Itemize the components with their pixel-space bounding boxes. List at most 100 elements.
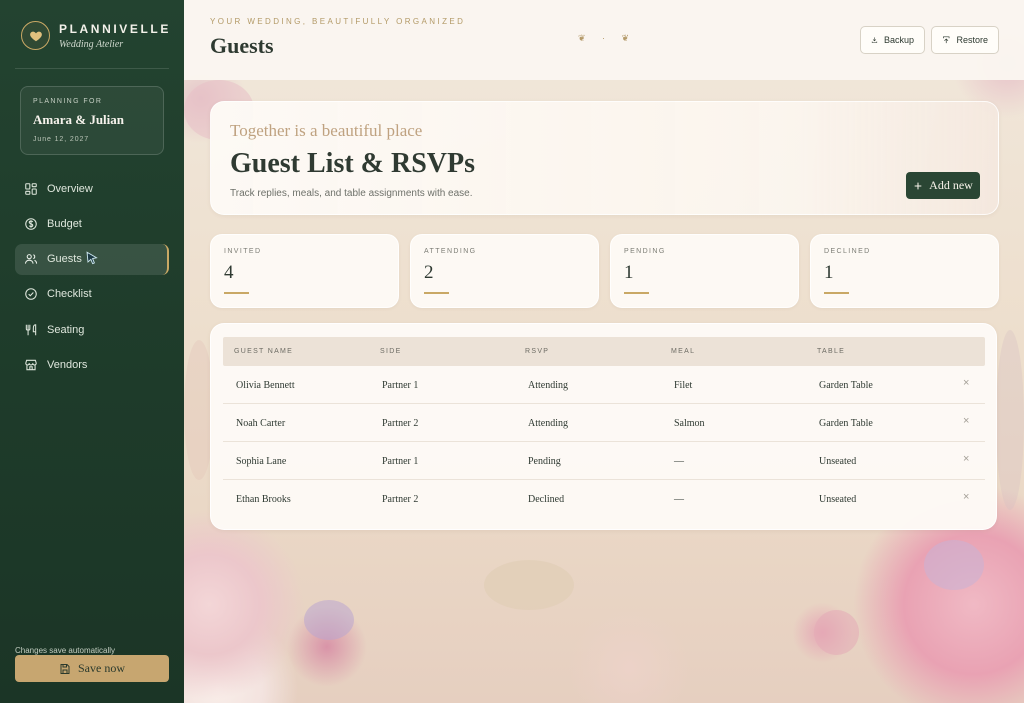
heart-icon — [21, 21, 50, 50]
side-cell: Partner 1 — [382, 456, 419, 467]
guest-name-cell: Ethan Brooks — [236, 494, 291, 505]
table-header: GUEST NAME SIDE RSVP MEAL TABLE — [223, 337, 985, 366]
delete-guest-icon[interactable]: × — [963, 377, 969, 389]
sidebar-item-label: Vendors — [47, 358, 88, 371]
brand-subtitle: Wedding Atelier — [59, 38, 124, 50]
hero-title: Guest List & RSVPs — [230, 148, 476, 179]
stat-accent-bar — [224, 292, 249, 294]
delete-guest-icon[interactable]: × — [963, 415, 969, 427]
guest-name-cell: Olivia Bennett — [236, 380, 295, 391]
plus-icon — [914, 182, 922, 189]
dollar-circle-icon — [25, 218, 37, 230]
planning-eyebrow: PLANNING FOR — [33, 98, 103, 105]
rsvp-cell[interactable]: Attending — [528, 418, 568, 429]
brand-name: PLANNIVELLE — [59, 21, 171, 36]
autosave-note: Changes save automatically — [15, 646, 116, 655]
sidebar-item-checklist[interactable]: Checklist — [15, 279, 169, 310]
delete-guest-icon[interactable]: × — [963, 491, 969, 503]
table-cell[interactable]: Garden Table — [819, 418, 873, 429]
stat-value: 1 — [824, 262, 834, 283]
sidebar-item-label: Overview — [47, 182, 93, 195]
meal-cell[interactable]: Salmon — [674, 418, 705, 429]
column-header-side[interactable]: SIDE — [380, 348, 402, 355]
restore-button[interactable]: Restore — [931, 26, 999, 54]
stat-accent-bar — [624, 292, 649, 294]
table-row[interactable]: Noah Carter Partner 2 Attending Salmon G… — [223, 404, 985, 442]
stat-label: PENDING — [624, 248, 666, 255]
stat-label: INVITED — [224, 248, 262, 255]
sidebar-item-label: Guests — [47, 253, 82, 266]
meal-cell[interactable]: Filet — [674, 380, 692, 391]
sidebar-item-seating[interactable]: Seating — [15, 314, 169, 345]
save-icon — [60, 663, 70, 674]
stat-value: 4 — [224, 262, 234, 283]
table-cell[interactable]: Garden Table — [819, 380, 873, 391]
meal-cell[interactable]: — — [674, 456, 684, 467]
rsvp-cell[interactable]: Declined — [528, 494, 564, 505]
users-icon — [24, 254, 38, 264]
guest-table-card: GUEST NAME SIDE RSVP MEAL TABLE Olivia B… — [210, 323, 997, 530]
sidebar-item-label: Budget — [47, 217, 82, 230]
save-now-button[interactable]: Save now — [15, 655, 169, 682]
stat-value: 2 — [424, 262, 434, 283]
save-now-label: Save now — [78, 661, 125, 675]
stat-card-pending: PENDING 1 — [610, 234, 799, 308]
sidebar-item-budget[interactable]: Budget — [15, 208, 169, 239]
table-row[interactable]: Ethan Brooks Partner 2 Declined — Unseat… — [223, 480, 985, 518]
rsvp-cell[interactable]: Pending — [528, 456, 561, 467]
header-eyebrow: YOUR WEDDING, BEAUTIFULLY ORGANIZED — [210, 17, 466, 26]
mouse-cursor-icon — [86, 250, 98, 264]
sidebar-item-vendors[interactable]: Vendors — [15, 349, 169, 380]
sidebar-nav: Overview Budget Guests Checklist Seating… — [15, 173, 169, 385]
stat-value: 1 — [624, 262, 634, 283]
sidebar-item-guests[interactable]: Guests — [15, 243, 169, 275]
stat-accent-bar — [424, 292, 449, 294]
rsvp-cell[interactable]: Attending — [528, 380, 568, 391]
sidebar: PLANNIVELLE Wedding Atelier PLANNING FOR… — [0, 0, 184, 703]
sidebar-item-label: Checklist — [47, 288, 92, 301]
grid-icon — [25, 182, 37, 195]
side-cell: Partner 2 — [382, 418, 419, 429]
stat-card-invited: INVITED 4 — [210, 234, 399, 308]
download-icon — [871, 37, 878, 43]
meal-cell[interactable]: — — [674, 494, 684, 505]
hero-card: Together is a beautiful place Guest List… — [210, 101, 999, 215]
stat-label: DECLINED — [824, 248, 871, 255]
sidebar-item-overview[interactable]: Overview — [15, 173, 169, 204]
page-title: Guests — [210, 33, 274, 58]
stat-card-declined: DECLINED 1 — [810, 234, 999, 308]
add-guest-label: Add new — [929, 178, 973, 192]
sidebar-divider — [15, 68, 169, 69]
ornament: ❦ · ❦ — [578, 33, 637, 43]
wedding-date: June 12, 2027 — [33, 136, 90, 143]
sidebar-item-label: Seating — [47, 323, 85, 336]
hero-subtitle: Track replies, meals, and table assignme… — [230, 188, 473, 199]
backup-button[interactable]: Backup — [860, 26, 925, 54]
backup-label: Backup — [883, 35, 914, 45]
planning-card: PLANNING FOR Amara & Julian June 12, 202… — [20, 86, 164, 155]
main-content: YOUR WEDDING, BEAUTIFULLY ORGANIZED Gues… — [184, 0, 1024, 703]
brand: PLANNIVELLE Wedding Atelier — [21, 21, 171, 50]
page-header: YOUR WEDDING, BEAUTIFULLY ORGANIZED Gues… — [184, 0, 1024, 80]
column-header-table[interactable]: TABLE — [817, 348, 845, 355]
column-header-rsvp[interactable]: RSVP — [525, 348, 549, 355]
hero-kicker: Together is a beautiful place — [230, 121, 423, 140]
delete-guest-icon[interactable]: × — [963, 453, 969, 465]
table-row[interactable]: Olivia Bennett Partner 1 Attending Filet… — [223, 366, 985, 404]
table-row[interactable]: Sophia Lane Partner 1 Pending — Unseated… — [223, 442, 985, 480]
stat-label: ATTENDING — [424, 248, 477, 255]
upload-icon — [943, 36, 950, 44]
table-cell[interactable]: Unseated — [819, 494, 856, 505]
guest-name-cell: Sophia Lane — [236, 456, 287, 467]
column-header-guest-name[interactable]: GUEST NAME — [234, 348, 293, 355]
stat-accent-bar — [824, 292, 849, 294]
add-guest-button[interactable]: Add new — [906, 172, 980, 199]
restore-label: Restore — [956, 35, 988, 45]
store-icon — [25, 359, 37, 371]
table-cell[interactable]: Unseated — [819, 456, 856, 467]
check-circle-icon — [25, 288, 37, 301]
column-header-meal[interactable]: MEAL — [671, 348, 695, 355]
side-cell: Partner 2 — [382, 494, 419, 505]
guest-name-cell: Noah Carter — [236, 418, 286, 429]
side-cell: Partner 1 — [382, 380, 419, 391]
